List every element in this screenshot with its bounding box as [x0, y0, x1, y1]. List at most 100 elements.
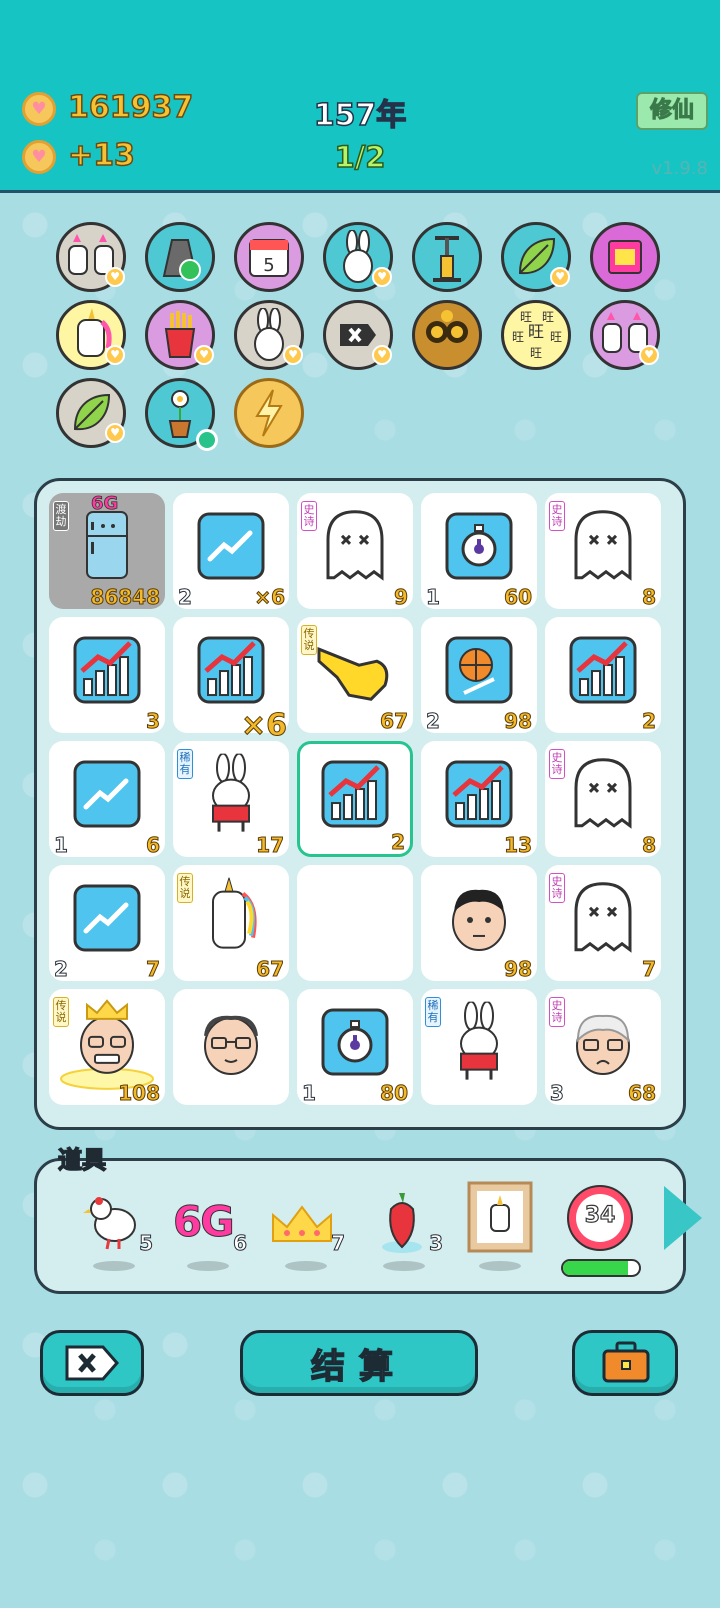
flower-pot-icon[interactable]	[145, 378, 218, 451]
lightning-icon[interactable]	[234, 378, 304, 448]
board-cell[interactable]: 16	[49, 741, 165, 858]
board-cell[interactable]: 2 98	[421, 617, 537, 734]
twin-unicorns-icon[interactable]: ♥	[590, 300, 660, 370]
board-cell[interactable]: ×6	[173, 617, 289, 744]
leaf-icon[interactable]: ♥	[56, 378, 126, 448]
rabbit-icon[interactable]: ♥	[323, 222, 393, 292]
xiuxian-button[interactable]: 修仙	[636, 92, 708, 130]
dove-icon	[83, 1197, 136, 1250]
cell-value: 67	[256, 957, 285, 982]
prop-6g[interactable]: 6G 6	[173, 1181, 247, 1281]
board-cell[interactable]: 史诗 8	[545, 741, 661, 858]
board-cell[interactable]: 传说 67	[173, 865, 289, 982]
board-cell[interactable]: 3	[49, 617, 165, 734]
props-panel: 5 6G 6 7 3 34	[34, 1158, 686, 1294]
svg-text:旺: 旺	[550, 330, 562, 344]
board-cell[interactable]: 传说 67	[297, 617, 413, 734]
board-cell[interactable]: 2	[545, 617, 661, 734]
prop-dove[interactable]: 5	[79, 1181, 153, 1281]
rarity-tag: 传说	[177, 873, 193, 903]
cell-left-number: 3	[550, 1081, 565, 1106]
glasses-man-icon	[198, 1006, 264, 1082]
cat-with-glasses-icon[interactable]	[412, 300, 482, 370]
basketball-icon	[444, 635, 514, 709]
remove-icon[interactable]: ♥	[323, 300, 393, 370]
timer-value: 34	[584, 1202, 616, 1228]
cell-value: 9	[394, 585, 409, 610]
calendar-icon[interactable]: 5	[234, 222, 304, 292]
rarity-tag: 稀有	[425, 997, 441, 1027]
king-face-icon	[57, 991, 157, 1095]
round-progress: 1/2	[334, 139, 386, 175]
board-cell[interactable]: 13	[421, 741, 537, 858]
board-cell[interactable]: 史诗 3 68	[545, 989, 661, 1106]
fries-icon[interactable]: ♥	[145, 300, 215, 370]
cell-value: 98	[504, 709, 533, 734]
board-cell[interactable]: 稀有 17	[173, 741, 289, 858]
leaf-icon[interactable]: ♥	[501, 222, 571, 292]
board-cell[interactable]: 2 ×6	[173, 493, 289, 610]
twin-unicorns-icon[interactable]: ♥	[56, 222, 126, 292]
unicorn-frame-icon	[467, 1181, 533, 1253]
board-cell[interactable]: 1 80	[297, 989, 413, 1106]
cell-value: 7	[642, 957, 657, 982]
briefcase-icon	[602, 1341, 650, 1383]
board-cell[interactable]: 2	[297, 741, 413, 857]
prop-unicorn-frame[interactable]	[465, 1181, 535, 1281]
pump-icon[interactable]	[412, 222, 482, 292]
man-face-icon	[446, 882, 512, 958]
timer-progress-bar	[561, 1259, 641, 1277]
coin-icon: ♥	[22, 92, 56, 126]
remove-button[interactable]	[40, 1330, 144, 1396]
wang-text-icon[interactable]: 旺旺旺旺旺旺	[501, 300, 571, 370]
prop-chili[interactable]: 3	[369, 1181, 443, 1281]
board-cell[interactable]: 27	[49, 865, 165, 982]
board-cell[interactable]: 渡劫 6G 86848	[49, 493, 165, 610]
props-title: 道具	[57, 1145, 107, 1175]
board-cell[interactable]	[173, 989, 289, 1105]
board-cell[interactable]: 98	[421, 865, 537, 982]
ghost-icon	[570, 880, 636, 960]
old-man-face-icon	[570, 1006, 636, 1082]
unicorn-icon	[201, 875, 261, 962]
board-cell[interactable]	[297, 865, 413, 981]
rarity-tag: 史诗	[549, 501, 565, 531]
cell-value: 67	[380, 709, 409, 734]
game-board: 渡劫 6G 86848 2 ×6 史诗 9 1 60 史诗 8 3 ×6 传说 67 2 98 2 1 6 稀有 17 2 1…	[34, 478, 686, 1130]
svg-text:旺: 旺	[530, 346, 542, 360]
board-cell[interactable]: 史诗 9	[297, 493, 413, 610]
growth-chart-icon	[444, 759, 514, 833]
chili-icon	[382, 1193, 422, 1253]
recycle-bag-icon[interactable]	[145, 222, 215, 292]
rabbit-icon[interactable]: ♥	[234, 300, 304, 370]
coin-rate-icon: ♥	[22, 140, 56, 174]
stopwatch-icon	[320, 1007, 390, 1081]
prop-timer[interactable]: 34	[561, 1181, 641, 1281]
rarity-tag: 史诗	[549, 749, 565, 779]
settle-button[interactable]: 结算	[240, 1330, 478, 1396]
rarity-tag: 渡劫	[53, 501, 69, 531]
board-cell[interactable]: 1 60	[421, 493, 537, 610]
top-bar: ♥ 161937 ♥ +13 157年 1/2 修仙 v1.9.8	[0, 0, 720, 193]
cell-value: 86848	[90, 585, 161, 610]
cell-top-label: 6G	[91, 493, 119, 515]
props-next-arrow[interactable]	[664, 1186, 702, 1250]
board-cell[interactable]: 史诗 7	[545, 865, 661, 982]
board-cell[interactable]: 史诗 8	[545, 493, 661, 610]
boombox-icon[interactable]	[590, 222, 660, 292]
prop-crown[interactable]: 7	[271, 1181, 345, 1281]
unicorn-icon[interactable]: ♥	[56, 300, 126, 370]
6g-icon: 6G	[173, 1197, 236, 1247]
cell-left-number: 2	[178, 585, 193, 610]
rarity-tag: 史诗	[549, 997, 565, 1027]
cell-value: 8	[642, 585, 657, 610]
growth-chart-icon	[568, 635, 638, 709]
cell-left-number: 2	[426, 709, 441, 734]
board-cell[interactable]: 传说 108	[49, 989, 165, 1106]
board-cell[interactable]: 稀有	[421, 989, 537, 1105]
bag-button[interactable]	[572, 1330, 678, 1396]
ghost-icon	[570, 756, 636, 836]
pointing-hand-icon	[315, 637, 395, 707]
rarity-tag: 稀有	[177, 749, 193, 779]
svg-text:旺: 旺	[512, 330, 524, 344]
